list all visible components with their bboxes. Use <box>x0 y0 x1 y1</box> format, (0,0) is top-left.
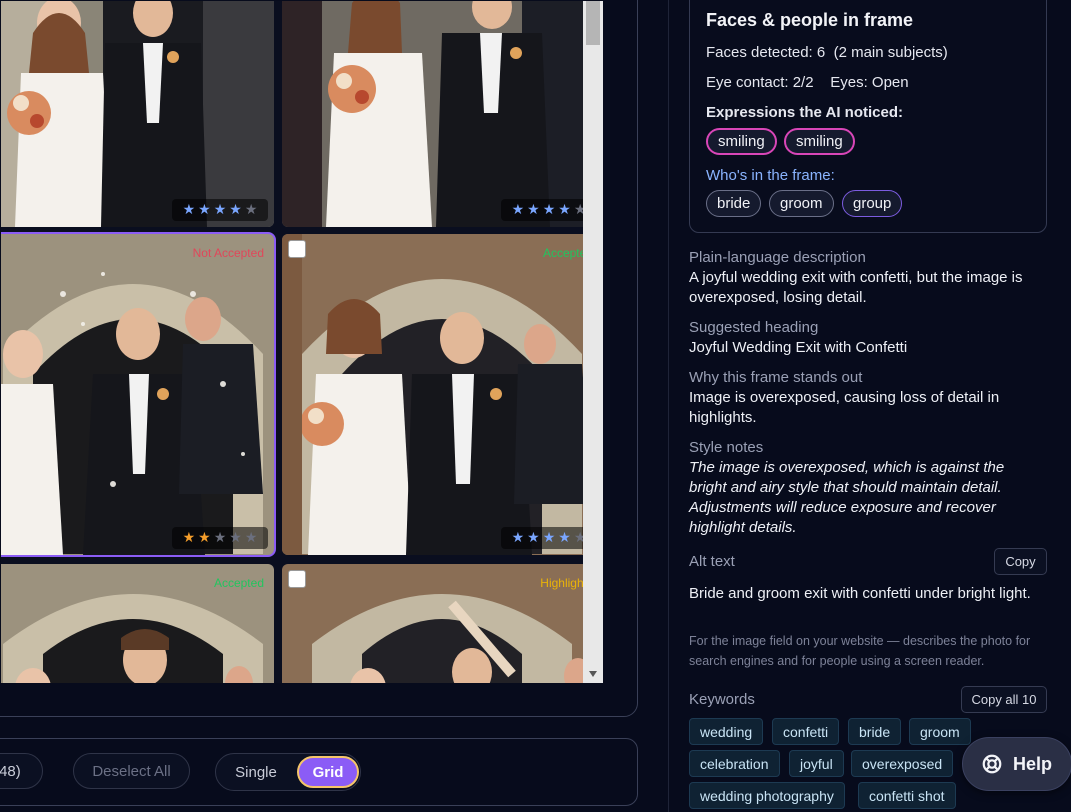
copy-all-keywords-button[interactable]: Copy all 10 <box>961 686 1047 713</box>
star-filled-icon[interactable]: ★ <box>527 531 540 545</box>
select-checkbox[interactable] <box>288 240 306 258</box>
single-view-button[interactable]: Single <box>220 757 292 787</box>
alt-text-label: Alt text <box>689 553 735 570</box>
gallery-panel: ★ ★ ★ ★ ★ ★ ★ ★ ★ ★ Not Accepted ★ ★ ★ ★… <box>0 0 638 717</box>
style-notes-label: Style notes <box>689 439 764 456</box>
star-filled-icon[interactable]: ★ <box>543 531 556 545</box>
expression-chip: smiling <box>784 128 855 155</box>
star-filled-icon[interactable]: ★ <box>183 203 196 217</box>
keyword-chip[interactable]: overexposed <box>851 750 954 777</box>
help-button[interactable]: Help <box>962 737 1071 791</box>
faces-card: Faces & people in frame Faces detected: … <box>689 0 1047 233</box>
scroll-down-arrow-icon[interactable] <box>589 671 597 677</box>
alt-text-help: For the image field on your website — de… <box>689 634 1031 668</box>
star-filled-icon[interactable]: ★ <box>543 203 556 217</box>
view-mode-toggle: Single Grid <box>215 753 361 791</box>
keyword-chip[interactable]: confetti <box>772 718 840 745</box>
faces-detected: Faces detected: 6 (2 main subjects) <box>706 44 948 61</box>
star-empty-icon[interactable]: ★ <box>245 203 258 217</box>
star-filled-icon[interactable]: ★ <box>512 203 525 217</box>
wedding-photo <box>282 234 603 555</box>
select-checkbox[interactable] <box>288 570 306 588</box>
keyword-chip[interactable]: bride <box>848 718 902 745</box>
select-all-button[interactable]: All (48) <box>0 753 43 789</box>
bottom-toolbar: All (48) Deselect All Single Grid <box>0 738 638 806</box>
star-filled-icon[interactable]: ★ <box>229 203 242 217</box>
why-stands-out-label: Why this frame stands out <box>689 369 863 386</box>
faces-title: Faces & people in frame <box>706 10 914 30</box>
suggested-heading-text: Joyful Wedding Exit with Confetti <box>689 339 908 356</box>
expression-chip: smiling <box>706 128 777 155</box>
keyword-chip[interactable]: joyful <box>789 750 844 777</box>
star-filled-icon[interactable]: ★ <box>198 531 211 545</box>
copy-alt-text-button[interactable]: Copy <box>994 548 1047 575</box>
status-tag: Accepted <box>213 576 264 590</box>
photo-card[interactable]: Accepted <box>1 564 274 683</box>
keywords-label: Keywords <box>689 691 755 708</box>
grid-view-button[interactable]: Grid <box>297 756 359 788</box>
star-filled-icon[interactable]: ★ <box>558 531 571 545</box>
star-empty-icon[interactable]: ★ <box>214 531 227 545</box>
star-filled-icon[interactable]: ★ <box>198 203 211 217</box>
who-label: Who's in the frame: <box>706 167 835 184</box>
help-label: Help <box>1013 753 1053 774</box>
status-tag: Not Accepted <box>192 246 264 260</box>
why-stands-out-text: Image is overexposed, causing loss of de… <box>689 389 1000 426</box>
suggested-heading-label: Suggested heading <box>689 319 819 336</box>
deselect-all-button[interactable]: Deselect All <box>73 753 190 789</box>
wedding-photo <box>1 234 274 555</box>
keyword-chip[interactable]: confetti shot <box>858 782 956 809</box>
star-filled-icon[interactable]: ★ <box>527 203 540 217</box>
star-rating[interactable]: ★ ★ ★ ★ ★ <box>172 527 268 549</box>
keyword-chip[interactable]: celebration <box>689 750 780 777</box>
photo-card[interactable]: ★ ★ ★ ★ ★ <box>282 1 603 227</box>
lifebuoy-icon <box>982 754 1002 774</box>
scroll-thumb[interactable] <box>586 1 600 45</box>
star-empty-icon[interactable]: ★ <box>245 531 258 545</box>
style-notes-text: The image is overexposed, which is again… <box>689 459 1005 536</box>
expressions-label: Expressions the AI noticed: <box>706 104 903 121</box>
star-rating[interactable]: ★ ★ ★ ★ ★ <box>172 199 268 221</box>
photo-card-selected[interactable]: Not Accepted ★ ★ ★ ★ ★ <box>1 232 276 557</box>
star-filled-icon[interactable]: ★ <box>512 531 525 545</box>
keyword-chip[interactable]: wedding <box>689 718 764 745</box>
plain-description-text: A joyful wedding exit with confetti, but… <box>689 269 1023 306</box>
person-chip: bride <box>706 190 762 217</box>
photo-card[interactable]: Highlights <box>282 564 603 683</box>
star-filled-icon[interactable]: ★ <box>183 531 196 545</box>
eye-contact: Eye contact: 2/2 Eyes: Open <box>706 74 909 91</box>
person-chip: group <box>842 190 903 217</box>
wedding-photo <box>1 1 274 227</box>
wedding-photo <box>282 1 603 227</box>
alt-text: Bride and groom exit with confetti under… <box>689 585 1031 602</box>
scrollbar[interactable] <box>583 1 603 683</box>
keyword-chip[interactable]: wedding photography <box>689 782 845 809</box>
gallery-grid[interactable]: ★ ★ ★ ★ ★ ★ ★ ★ ★ ★ Not Accepted ★ ★ ★ ★… <box>1 1 603 683</box>
photo-card[interactable]: ★ ★ ★ ★ ★ <box>1 1 274 227</box>
star-filled-icon[interactable]: ★ <box>558 203 571 217</box>
plain-description-label: Plain-language description <box>689 249 866 266</box>
person-chip: groom <box>769 190 834 217</box>
panel-divider <box>668 0 669 812</box>
photo-card[interactable]: Accepted ★ ★ ★ ★ ★ <box>282 234 603 555</box>
star-filled-icon[interactable]: ★ <box>214 203 227 217</box>
keyword-chip[interactable]: groom <box>909 718 971 745</box>
star-empty-icon[interactable]: ★ <box>229 531 242 545</box>
